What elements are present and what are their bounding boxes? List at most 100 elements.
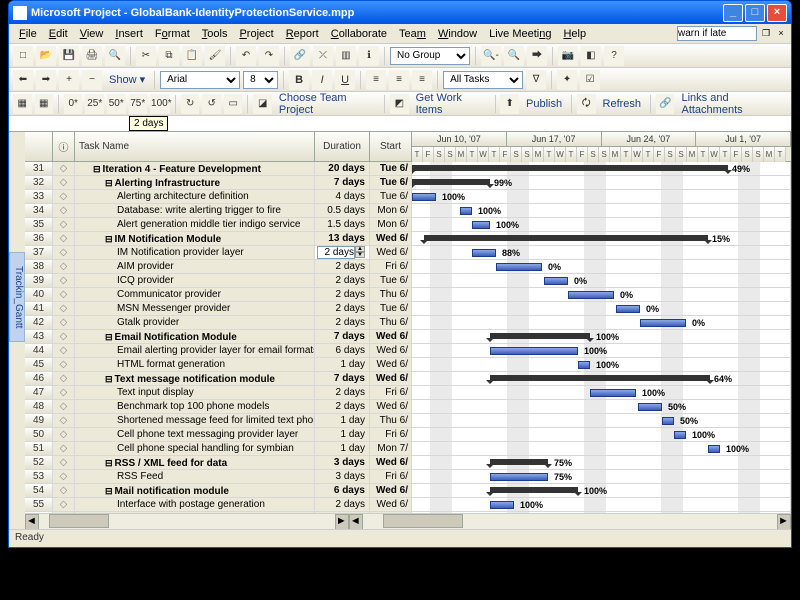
start-cell[interactable]: Wed 6/ <box>370 330 412 343</box>
menu-view[interactable]: View <box>74 26 110 42</box>
row-number[interactable]: 42 <box>25 316 53 329</box>
refresh-button[interactable]: Refresh <box>599 98 646 110</box>
start-cell[interactable]: Mon 6/ <box>370 218 412 231</box>
col-start[interactable]: Start <box>370 132 412 161</box>
gantt-cell[interactable]: 0% <box>412 288 791 301</box>
task-row[interactable]: 38◇AIM provider2 daysFri 6/0% <box>25 260 791 274</box>
track1-icon[interactable]: ▦ <box>13 94 32 114</box>
task-row[interactable]: 37◇IM Notification provider layer▲▼Wed 6… <box>25 246 791 260</box>
duration-cell[interactable]: 2 days <box>315 386 370 399</box>
day-header[interactable]: S <box>753 147 764 162</box>
gantt-cell[interactable]: 0% <box>412 274 791 287</box>
publish-button[interactable]: Publish <box>522 98 566 110</box>
italic-icon[interactable]: I <box>312 70 332 90</box>
gantt-cell[interactable]: 99% <box>412 176 791 189</box>
task-row[interactable]: 45◇HTML format generation1 dayWed 6/100% <box>25 358 791 372</box>
start-cell[interactable]: Wed 6/ <box>370 484 412 497</box>
duration-cell[interactable]: 3 days <box>315 470 370 483</box>
undo-icon[interactable]: ↶ <box>236 46 256 66</box>
task-bar[interactable] <box>472 221 490 229</box>
day-header[interactable]: S <box>742 147 753 162</box>
task-row[interactable]: 48◇Benchmark top 100 phone models2 daysW… <box>25 400 791 414</box>
duration-cell[interactable]: 4 days <box>315 190 370 203</box>
gantt-cell[interactable]: 88% <box>412 246 791 259</box>
task-name-cell[interactable]: ⊟Mail notification module <box>75 484 315 497</box>
task-name-cell[interactable]: Shortened message feed for limited text … <box>75 414 315 427</box>
gantt-cell[interactable]: 0% <box>412 316 791 329</box>
links-icon[interactable]: 🔗 <box>656 94 675 114</box>
gantt-cell[interactable]: 64% <box>412 372 791 385</box>
task-name-cell[interactable]: RSS Feed <box>75 470 315 483</box>
day-header[interactable]: S <box>665 147 676 162</box>
row-number[interactable]: 39 <box>25 274 53 287</box>
start-cell[interactable]: Fri 6/ <box>370 428 412 441</box>
goto-icon[interactable]: ⮕ <box>527 46 547 66</box>
task-row[interactable]: 39◇ICQ provider2 daysTue 6/0% <box>25 274 791 288</box>
duration-cell[interactable]: 7 days <box>315 330 370 343</box>
task-name-cell[interactable]: ⊟Iteration 4 - Feature Development <box>75 162 315 175</box>
row-number[interactable]: 51 <box>25 442 53 455</box>
duration-cell[interactable]: 1 day <box>315 428 370 441</box>
task-row[interactable]: 36◇⊟IM Notification Module13 daysWed 6/1… <box>25 232 791 246</box>
day-header[interactable]: S <box>588 147 599 162</box>
gantt-cell[interactable]: 100% <box>412 330 791 343</box>
task-row[interactable]: 47◇Text input display2 daysFri 6/100% <box>25 386 791 400</box>
print-icon[interactable]: 🖨 <box>82 46 102 66</box>
maximize-button[interactable]: □ <box>745 4 765 22</box>
info-icon[interactable]: ℹ <box>359 46 379 66</box>
row-number[interactable]: 49 <box>25 414 53 427</box>
align-center-icon[interactable]: ≡ <box>389 70 409 90</box>
duration-cell[interactable]: 6 days <box>315 484 370 497</box>
task-row[interactable]: 42◇Gtalk provider2 daysThu 6/0% <box>25 316 791 330</box>
col-duration[interactable]: Duration <box>315 132 370 161</box>
task-name-cell[interactable]: Cell phone text messaging provider layer <box>75 428 315 441</box>
duration-cell[interactable]: 13 days <box>315 232 370 245</box>
task-name-cell[interactable]: ⊟RSS / XML feed for data <box>75 456 315 469</box>
outdent-icon[interactable]: ⬅ <box>13 70 33 90</box>
baseline-icon[interactable]: ▭ <box>224 94 243 114</box>
duration-cell[interactable]: 2 days <box>315 260 370 273</box>
split-icon[interactable]: ▥ <box>336 46 356 66</box>
link-icon[interactable]: 🔗 <box>290 46 310 66</box>
day-header[interactable]: W <box>555 147 566 162</box>
task-name-cell[interactable]: HTML format generation <box>75 358 315 371</box>
menu-file[interactable]: File <box>13 26 43 42</box>
task-bar[interactable] <box>460 207 472 215</box>
task-row[interactable]: 50◇Cell phone text messaging provider la… <box>25 428 791 442</box>
day-header[interactable]: S <box>434 147 445 162</box>
duration-cell[interactable]: 2 days <box>315 274 370 287</box>
start-cell[interactable]: Wed 6/ <box>370 358 412 371</box>
start-cell[interactable]: Wed 6/ <box>370 372 412 385</box>
row-number[interactable]: 52 <box>25 456 53 469</box>
duration-cell[interactable]: 20 days <box>315 162 370 175</box>
day-header[interactable]: S <box>599 147 610 162</box>
start-cell[interactable]: Mon 7/ <box>370 442 412 455</box>
hide-sub-icon[interactable]: − <box>82 70 102 90</box>
update-icon[interactable]: ↻ <box>181 94 200 114</box>
start-cell[interactable]: Thu 6/ <box>370 288 412 301</box>
day-header[interactable]: T <box>621 147 632 162</box>
task-row[interactable]: 54◇⊟Mail notification module6 daysWed 6/… <box>25 484 791 498</box>
task-row[interactable]: 40◇Communicator provider2 daysThu 6/0% <box>25 288 791 302</box>
task-bar[interactable] <box>616 305 640 313</box>
gantt-cell[interactable]: 100% <box>412 512 791 513</box>
col-taskname[interactable]: Task Name <box>75 132 315 161</box>
save-icon[interactable]: 💾 <box>59 46 79 66</box>
autofilter-icon[interactable]: ∇ <box>526 70 546 90</box>
week-header[interactable]: Jul 1, '07 <box>696 132 791 146</box>
task-name-cell[interactable]: Database: write alerting trigger to fire <box>75 204 315 217</box>
track2-icon[interactable]: ▦ <box>35 94 54 114</box>
align-left-icon[interactable]: ≡ <box>366 70 386 90</box>
task-name-cell[interactable]: ⊟Email Notification Module <box>75 330 315 343</box>
tracking-gantt-tab[interactable]: Trackin_Gantt <box>9 252 25 342</box>
day-header[interactable]: F <box>654 147 665 162</box>
gantt-cell[interactable]: 100% <box>412 204 791 217</box>
titlebar[interactable]: Microsoft Project - GlobalBank-IdentityP… <box>9 1 791 24</box>
start-cell[interactable]: Wed 6/ <box>370 344 412 357</box>
task-row[interactable]: 35◇Alert generation middle tier indigo s… <box>25 218 791 232</box>
task-row[interactable]: 53◇RSS Feed3 daysFri 6/75% <box>25 470 791 484</box>
publish-icon[interactable]: ⬆ <box>500 94 519 114</box>
row-number[interactable]: 55 <box>25 498 53 511</box>
task-bar[interactable] <box>490 473 548 481</box>
task-row[interactable]: 41◇MSN Messenger provider2 daysTue 6/0% <box>25 302 791 316</box>
